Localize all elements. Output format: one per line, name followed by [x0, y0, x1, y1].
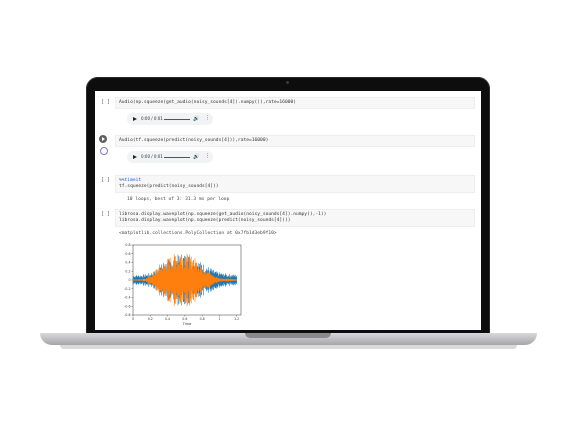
y-tick-label: 0.4 [125, 261, 130, 265]
y-tick-label: 0 [128, 278, 130, 282]
more-options-icon[interactable]: ⋮ [205, 153, 210, 159]
play-icon[interactable] [133, 116, 137, 121]
y-tick-label: 0.2 [125, 269, 130, 273]
notebook-cell: [ ] Audio(np.squeeze(get_audio(noisy_sou… [95, 97, 481, 127]
code-editor[interactable]: Audio(np.squeeze(get_audio(noisy_sounds[… [115, 97, 475, 109]
volume-icon[interactable]: 🔊 [193, 116, 199, 122]
code-line: librosa.display.waveplot(np.squeeze(pred… [119, 218, 291, 223]
notebook-cell: [ ] %%timeit tf.squeeze(predict(noisy_so… [95, 175, 481, 211]
audio-time: 0:00 / 0:01 [141, 116, 163, 121]
code-line: tf.squeeze(predict(noisy_sounds[4])) [119, 184, 219, 189]
notebook-cell: Audio(tf.squeeze(predict(noisy_sounds[4]… [95, 135, 481, 167]
x-tick-label: 1 [218, 317, 220, 321]
cell-prompt[interactable]: [ ] [101, 211, 110, 217]
y-tick-label: -0.8 [124, 313, 130, 317]
x-axis-label: Time [182, 322, 193, 326]
laptop-base [40, 333, 537, 345]
y-tick-label: -0.2 [124, 287, 130, 291]
laptop-lid: [ ] Audio(np.squeeze(get_audio(noisy_sou… [86, 77, 490, 339]
code-editor[interactable]: Audio(tf.squeeze(predict(noisy_sounds[4]… [115, 135, 475, 147]
y-tick-label: 0.8 [125, 243, 130, 247]
waveform-chart: 0.80.60.40.20-0.2-0.4-0.6-0.80 0.2 0.4 0.6 0… [124, 243, 242, 326]
laptop-notch [245, 333, 331, 338]
volume-icon[interactable]: 🔊 [193, 154, 199, 160]
audio-seek-slider[interactable] [164, 118, 190, 120]
x-tick-label: 1.2 [234, 317, 239, 321]
notebook-screen: [ ] Audio(np.squeeze(get_audio(noisy_sou… [95, 91, 481, 330]
code-editor[interactable]: librosa.display.waveplot(np.squeeze(get_… [115, 209, 475, 227]
y-tick-label: -0.6 [124, 304, 130, 308]
x-tick-label: 0.4 [165, 317, 170, 321]
laptop-shadow [60, 345, 517, 349]
code-editor[interactable]: %%timeit tf.squeeze(predict(noisy_sounds… [115, 175, 475, 193]
run-cell-icon[interactable] [99, 135, 107, 143]
audio-player[interactable]: 0:00 / 0:01 🔊 ⋮ [127, 151, 213, 163]
output-avatar-icon [100, 147, 108, 155]
x-tick-label: 0.6 [182, 317, 187, 321]
x-tick-label: 0 [132, 317, 134, 321]
x-tick-label: 0.2 [148, 317, 153, 321]
x-tick-label: 0.8 [200, 317, 205, 321]
cell-prompt[interactable]: [ ] [101, 177, 110, 183]
cell-output: 10 loops, best of 3: 31.3 ms per loop [127, 197, 230, 202]
audio-time: 0:00 / 0:01 [141, 154, 163, 159]
camera-icon [286, 81, 289, 84]
more-options-icon[interactable]: ⋮ [205, 115, 210, 121]
code-line: %%timeit [119, 178, 142, 183]
audio-player[interactable]: 0:00 / 0:01 🔊 ⋮ [127, 113, 213, 125]
code-line: librosa.display.waveplot(np.squeeze(get_… [119, 212, 327, 217]
play-icon[interactable] [133, 154, 137, 159]
y-tick-label: 0.6 [125, 252, 130, 256]
cell-prompt[interactable]: [ ] [101, 99, 110, 105]
audio-seek-slider[interactable] [164, 156, 190, 158]
cell-output: <matplotlib.collections.PolyCollection a… [119, 231, 277, 236]
y-tick-label: -0.4 [124, 296, 130, 300]
